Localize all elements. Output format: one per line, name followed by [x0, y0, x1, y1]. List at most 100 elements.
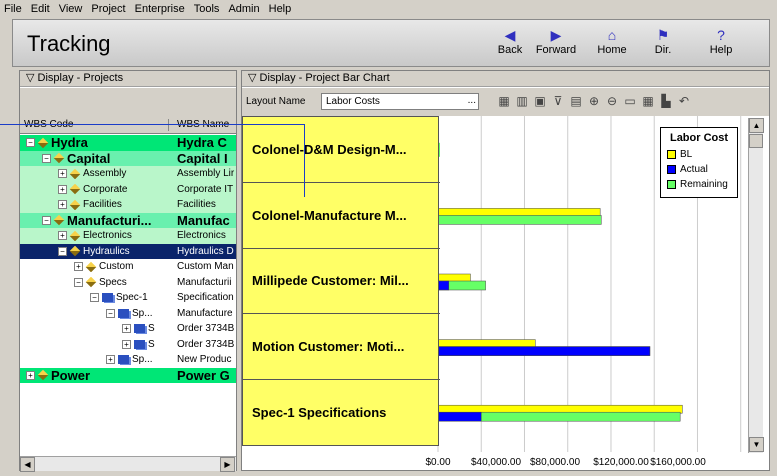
tree-row[interactable]: − Specs Manufacturii [20, 274, 236, 290]
expand-icon[interactable]: + [58, 231, 67, 241]
grid-icon[interactable]: ▤ [569, 94, 583, 110]
collapse-icon[interactable]: ▽ [248, 72, 260, 84]
home-button[interactable]: ⌂ Home [590, 26, 634, 64]
vertical-scrollbar[interactable]: ▲ ▼ [748, 118, 764, 453]
menu-view[interactable]: View [59, 3, 83, 15]
wbs-diamond-icon [53, 214, 65, 226]
wbs-code: Sp... [132, 307, 153, 319]
menu-tools[interactable]: Tools [194, 3, 220, 15]
wbs-name: Hydraulics D [177, 245, 234, 257]
expand-icon[interactable]: + [58, 200, 67, 210]
legend-swatch [667, 165, 676, 174]
tree-row[interactable]: + Electronics Electronics [20, 228, 236, 244]
layout-toolbar: Layout Name Labor Costs ... ▦ ▥ ▣ ⊽ ▤ ⊕ ⊖ ▭ ▦ ▙ ↶ [242, 88, 769, 116]
legend-title: Labor Cost [669, 132, 729, 144]
tree-row[interactable]: + Custom Custom Man [20, 259, 236, 275]
menu-help[interactable]: Help [269, 3, 292, 15]
horizontal-scrollbar[interactable]: ◀ ▶ [20, 456, 236, 472]
tree-row[interactable]: + Facilities Facilities [20, 197, 236, 213]
collapse-icon[interactable]: − [58, 246, 67, 256]
help-icon: ? [717, 27, 725, 43]
tree-row[interactable]: + S Order 3734B [20, 321, 236, 337]
wbs-code: Electronics [83, 230, 132, 242]
scroll-thumb[interactable] [749, 134, 763, 148]
expand-icon[interactable]: + [26, 370, 35, 380]
layout-icon[interactable]: ▣ [533, 94, 547, 110]
forward-arrow-icon: ▶ [550, 27, 562, 43]
scroll-right-icon[interactable]: ▶ [220, 457, 235, 472]
wbs-code: S [148, 323, 155, 335]
wbs-diamond-icon [37, 369, 49, 381]
wbs-code: Facilities [83, 199, 122, 211]
wbs-code: Manufacturi... [67, 212, 152, 228]
menu-file[interactable]: File [4, 3, 22, 15]
expand-icon[interactable]: + [122, 324, 131, 334]
project-icon [102, 293, 113, 303]
collapse-all-icon[interactable]: ▭ [623, 94, 637, 110]
collapse-icon[interactable]: ▽ [26, 72, 38, 84]
menu-admin[interactable]: Admin [228, 3, 259, 15]
tree-row[interactable]: + S Order 3734B [20, 336, 236, 352]
wbs-name: Manufacturii [177, 276, 232, 288]
projects-pane-header: ▽ Display - Projects [20, 71, 236, 87]
bar-label[interactable]: Motion Customer: Moti... [243, 314, 440, 380]
collapse-icon[interactable]: − [74, 277, 83, 287]
home-icon: ⌂ [607, 27, 617, 43]
expand-icon[interactable]: + [106, 355, 115, 365]
columns-icon[interactable]: ▥ [515, 94, 529, 110]
wbs-name: Power G [177, 367, 230, 383]
layout-name-field[interactable]: Labor Costs ... [321, 93, 479, 110]
collapse-icon[interactable]: − [106, 308, 115, 318]
bar-label[interactable]: Millipede Customer: Mil... [243, 248, 440, 315]
dir-button[interactable]: ⚑ Dir. [641, 26, 685, 64]
tree-row[interactable]: − Hydraulics Hydraulics D [20, 243, 236, 259]
scroll-left-icon[interactable]: ◀ [20, 457, 35, 472]
tree-row[interactable]: + Power Power G [20, 367, 236, 383]
tree-row[interactable]: − Manufacturi... Manufac [20, 212, 236, 228]
wbs-diamond-icon [85, 276, 97, 288]
wbs-code: Custom [99, 261, 134, 273]
menu-enterprise[interactable]: Enterprise [135, 3, 185, 15]
legend-swatch [667, 150, 676, 159]
back-arrow-icon: ◀ [504, 27, 516, 43]
tree-row[interactable]: + Sp... New Produc [20, 352, 236, 368]
expand-all-icon[interactable]: ▦ [641, 94, 655, 110]
project-icon [118, 355, 129, 365]
zoom-out-icon[interactable]: ⊖ [605, 94, 619, 110]
tree-row[interactable]: − Sp... Manufacture [20, 305, 236, 321]
project-icon [134, 324, 145, 334]
bar-actual [437, 346, 651, 356]
menu-edit[interactable]: Edit [31, 3, 50, 15]
scroll-up-icon[interactable]: ▲ [749, 118, 764, 133]
filter-icon[interactable]: ⊽ [551, 94, 565, 110]
legend-item: BL [667, 147, 731, 162]
wbs-name: Manufacture [177, 307, 233, 319]
table-icon[interactable]: ▦ [497, 94, 511, 110]
collapse-icon[interactable]: − [42, 215, 51, 225]
back-button[interactable]: ◀ Back [488, 26, 532, 64]
bar-chart-icon[interactable]: ▙ [659, 94, 673, 110]
collapse-icon[interactable]: − [90, 293, 99, 303]
undo-icon[interactable]: ↶ [677, 94, 691, 110]
x-tick-label: $40,000.00 [470, 457, 522, 468]
expand-icon[interactable]: + [122, 339, 131, 349]
bar-label[interactable]: Spec-1 Specifications [243, 379, 440, 445]
wbs-name: Electronics [177, 230, 226, 242]
bar-chart-pane-header: ▽ Display - Project Bar Chart [242, 71, 769, 87]
expand-icon[interactable]: + [74, 262, 83, 272]
scroll-down-icon[interactable]: ▼ [749, 437, 764, 452]
directory-icon: ⚑ [656, 27, 670, 43]
help-button[interactable]: ? Help [699, 26, 743, 64]
tree-row[interactable]: − Spec-1 Specification [20, 290, 236, 306]
browse-button[interactable]: ... [468, 95, 476, 106]
menu-bar: File Edit View Project Enterprise Tools Admin H… [0, 0, 777, 17]
bar-actual [437, 411, 482, 422]
page-title: Tracking [27, 31, 111, 56]
layout-name-label: Layout Name [246, 96, 306, 107]
legend-item: Actual [667, 162, 731, 177]
zoom-in-icon[interactable]: ⊕ [587, 94, 601, 110]
wbs-code: Power [51, 367, 91, 383]
wbs-name: New Produc [177, 354, 232, 366]
menu-project[interactable]: Project [91, 3, 125, 15]
forward-button[interactable]: ▶ Forward [534, 26, 578, 64]
